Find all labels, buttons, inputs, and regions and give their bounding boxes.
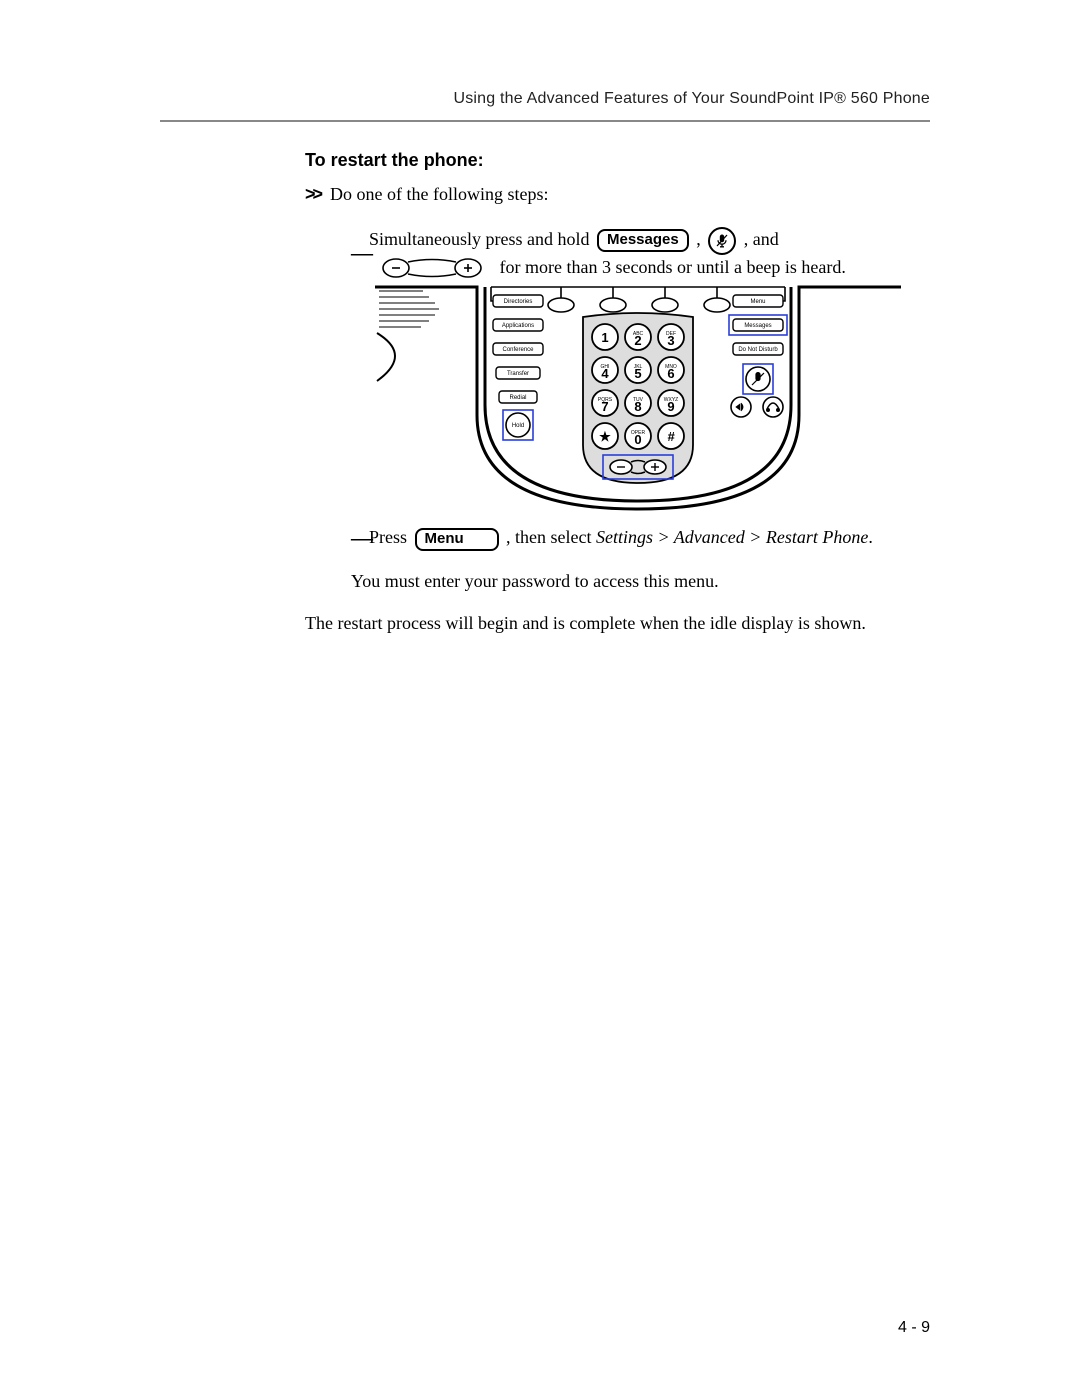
btn-conference: Conference xyxy=(493,343,543,355)
intro-text: Do one of the following steps: xyxy=(330,182,548,206)
btn-dnd: Do Not Disturb xyxy=(733,343,783,355)
svg-text:2: 2 xyxy=(634,333,641,348)
svg-text:9: 9 xyxy=(667,399,674,414)
svg-text:Transfer: Transfer xyxy=(507,371,529,377)
svg-text:5: 5 xyxy=(634,366,641,381)
step-1-body: Simultaneously press and hold Messages ,… xyxy=(369,227,925,280)
svg-text:0: 0 xyxy=(634,432,641,447)
step2-pre: Press xyxy=(369,527,412,547)
svg-text:Redial: Redial xyxy=(509,395,526,401)
phone-illustration: Directories Applications Conference xyxy=(373,285,925,515)
password-note: You must enter your password to access t… xyxy=(351,569,925,593)
svg-text:Applications: Applications xyxy=(502,323,534,329)
menu-button: Menu xyxy=(415,528,499,551)
dash-icon: — xyxy=(351,529,369,547)
svg-text:8: 8 xyxy=(634,399,641,414)
intro-marker: >> xyxy=(305,182,320,206)
svg-text:7: 7 xyxy=(601,399,608,414)
step-1: — Simultaneously press and hold Messages… xyxy=(351,227,925,280)
svg-text:Do Not Disturb: Do Not Disturb xyxy=(738,347,778,353)
svg-text:★: ★ xyxy=(599,429,611,444)
step1-line2: for more than 3 seconds or until a beep … xyxy=(500,257,846,277)
content: To restart the phone: >> Do one of the f… xyxy=(305,148,925,653)
step1-pre: Simultaneously press and hold xyxy=(369,229,594,249)
step-2-body: Press Menu , then select Settings > Adva… xyxy=(369,525,925,550)
btn-hold: Hold xyxy=(506,413,530,437)
svg-text:Directories: Directories xyxy=(504,299,533,305)
step1-mid1: , xyxy=(696,229,705,249)
page: Using the Advanced Features of Your Soun… xyxy=(0,0,1080,1397)
svg-text:6: 6 xyxy=(667,366,674,381)
mute-mic-icon xyxy=(708,227,736,255)
btn-messages: Messages xyxy=(733,319,783,331)
btn-menu: Menu xyxy=(733,295,783,307)
svg-text:4: 4 xyxy=(601,366,609,381)
sub-steps: — Simultaneously press and hold Messages… xyxy=(351,227,925,551)
btn-applications: Applications xyxy=(493,319,543,331)
svg-text:3: 3 xyxy=(667,333,674,348)
btn-transfer: Transfer xyxy=(496,367,540,379)
running-head: Using the Advanced Features of Your Soun… xyxy=(160,90,930,108)
intro-line: >> Do one of the following steps: xyxy=(305,182,925,206)
step2-period: . xyxy=(868,527,873,547)
step1-mid2: , and xyxy=(744,229,779,249)
step2-mid: , then select xyxy=(506,527,596,547)
svg-text:Hold: Hold xyxy=(512,423,524,429)
svg-text:#: # xyxy=(667,429,675,444)
btn-directories: Directories xyxy=(493,295,543,307)
step2-path: Settings > Advanced > Restart Phone xyxy=(596,527,868,547)
post-steps: You must enter your password to access t… xyxy=(351,569,925,636)
svg-text:1: 1 xyxy=(601,330,608,345)
final-note: The restart process will begin and is co… xyxy=(305,611,925,635)
dash-icon: — xyxy=(351,244,369,262)
section-title: To restart the phone: xyxy=(305,148,925,172)
page-number: 4 - 9 xyxy=(898,1319,930,1337)
svg-text:Messages: Messages xyxy=(744,323,771,329)
step-2: — Press Menu , then select Settings > Ad… xyxy=(351,525,925,550)
header-rule xyxy=(160,120,930,122)
svg-text:Conference: Conference xyxy=(502,347,534,353)
svg-text:Menu: Menu xyxy=(750,299,765,305)
volume-rocker-icon xyxy=(372,257,492,279)
btn-mute xyxy=(746,367,770,391)
btn-redial: Redial xyxy=(499,391,537,403)
messages-button: Messages xyxy=(597,229,689,252)
